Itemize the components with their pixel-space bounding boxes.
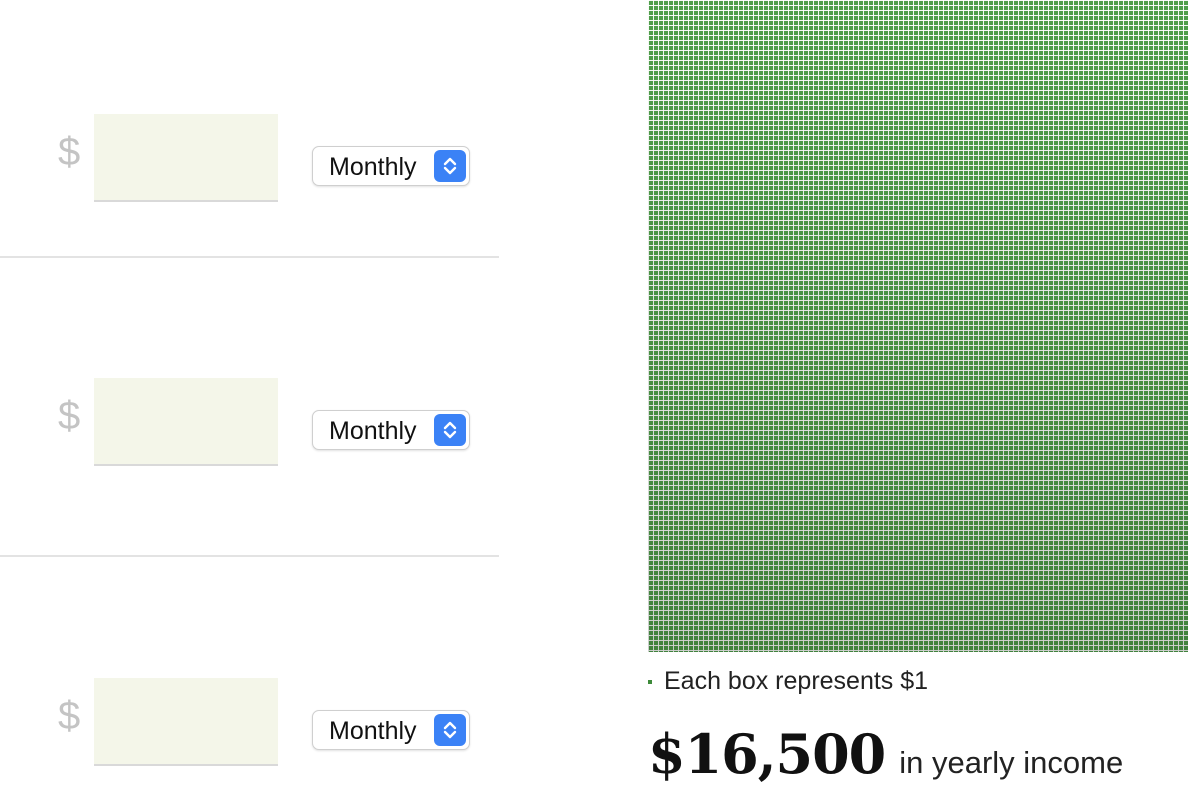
yearly-income-caption: in yearly income — [899, 745, 1124, 780]
frequency-select-label: Monthly — [329, 153, 417, 181]
row-divider — [0, 555, 499, 557]
dollar-box-grid — [648, 0, 1188, 652]
legend-box-icon — [648, 680, 652, 684]
frequency-select[interactable]: Monthly — [312, 146, 470, 186]
dollar-sign-label: $ — [58, 394, 81, 438]
row-divider — [0, 256, 499, 258]
legend-text: Each box represents $1 — [664, 666, 929, 695]
income-visualization-panel: Each box represents $1 $16,500 in yearly… — [648, 0, 1188, 800]
yearly-income-total: $16,500 — [648, 722, 886, 786]
frequency-select[interactable]: Monthly — [312, 410, 470, 450]
select-chevrons-icon — [434, 414, 466, 446]
income-amount-input[interactable] — [94, 378, 278, 466]
income-amount-input[interactable] — [94, 678, 278, 766]
income-inputs-panel: $ Monthly $ Monthly $ Monthly — [0, 0, 500, 800]
dollar-sign-label: $ — [58, 130, 81, 174]
income-row-3: $ Monthly — [0, 678, 499, 778]
legend: Each box represents $1 — [648, 666, 928, 696]
income-row-2: $ Monthly — [0, 378, 499, 478]
yearly-income-summary: $16,500 in yearly income — [648, 722, 1123, 786]
dollar-sign-label: $ — [58, 694, 81, 738]
income-calculator-page: $ Monthly $ Monthly $ Monthly Each box r… — [0, 0, 1188, 800]
income-amount-input[interactable] — [94, 114, 278, 202]
income-row-1: $ Monthly — [0, 114, 499, 214]
frequency-select[interactable]: Monthly — [312, 710, 470, 750]
frequency-select-label: Monthly — [329, 717, 417, 745]
select-chevrons-icon — [434, 714, 466, 746]
frequency-select-label: Monthly — [329, 417, 417, 445]
select-chevrons-icon — [434, 150, 466, 182]
